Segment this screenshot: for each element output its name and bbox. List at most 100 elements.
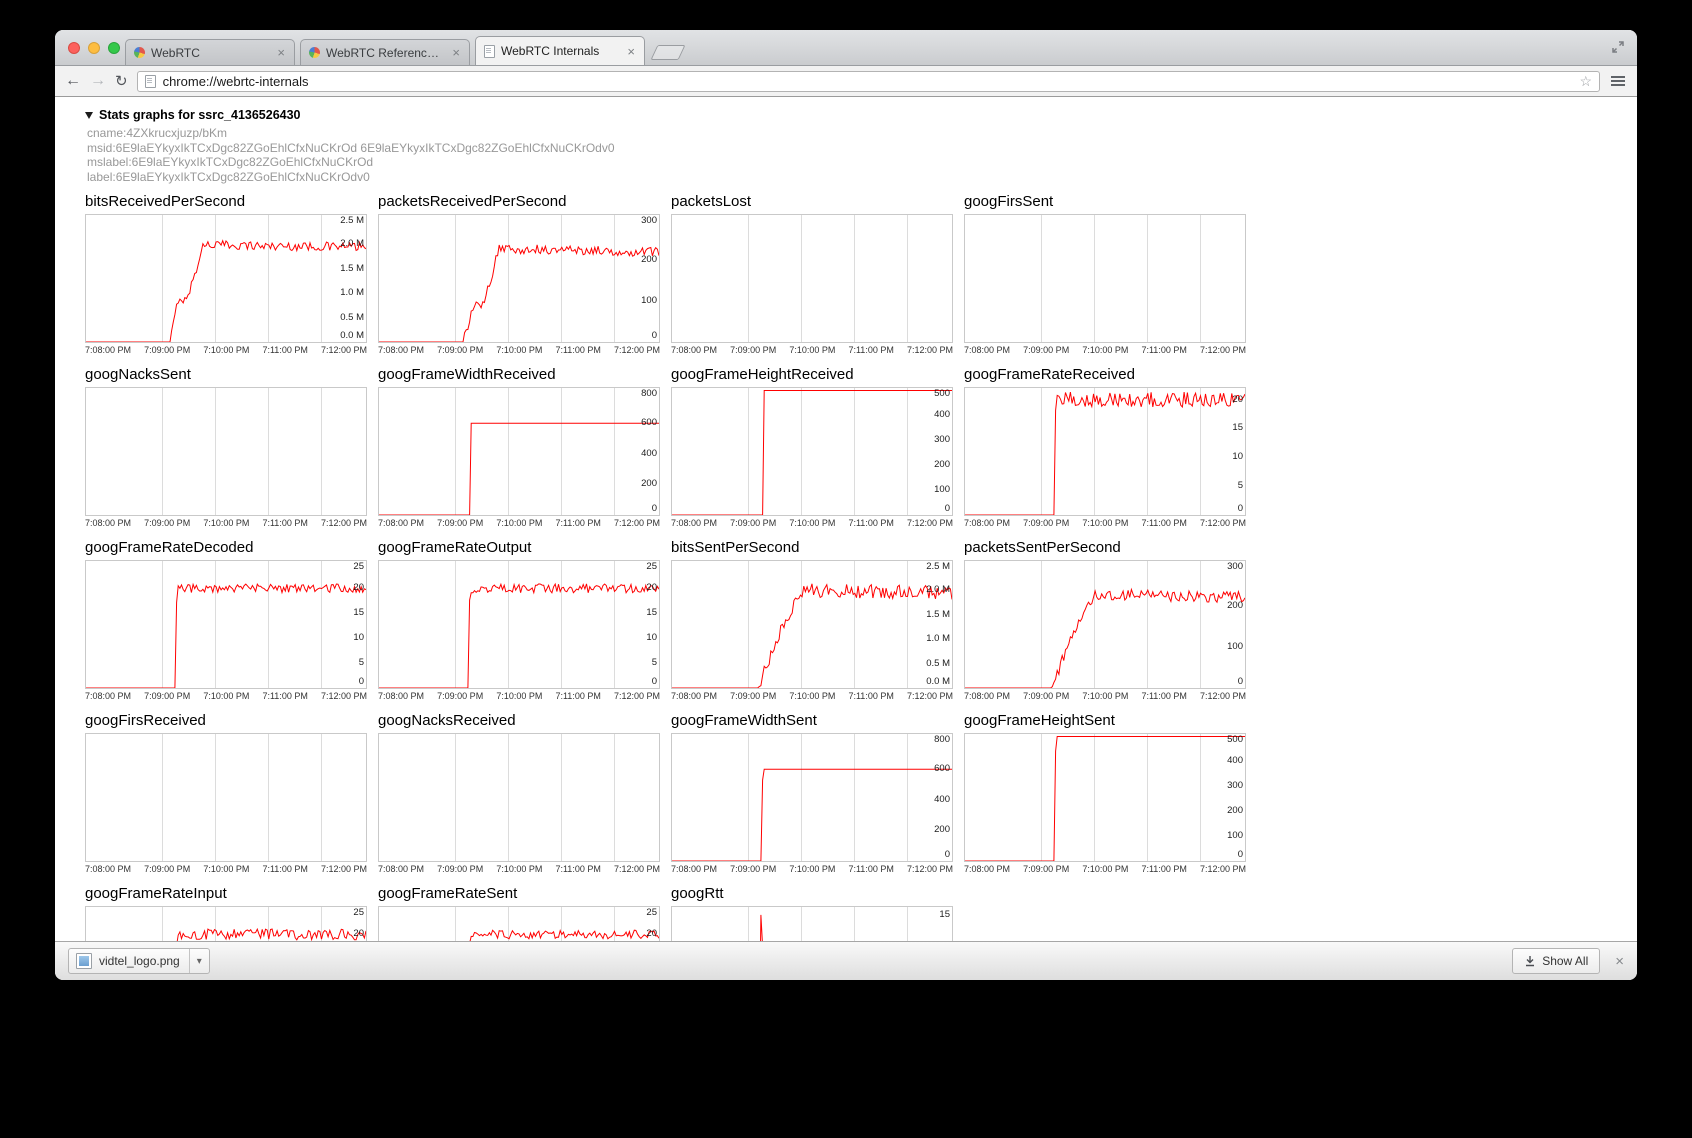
y-axis-label: 1.0 M <box>340 288 364 298</box>
chart-cell: googFrameHeightReceived50040030020010007… <box>671 366 964 528</box>
chart-title: packetsSentPerSecond <box>964 539 1257 557</box>
chart-line <box>672 907 952 941</box>
chart-cell: packetsLost 7:08:00 PM7:09:00 PM7:10:00 P… <box>671 193 964 355</box>
chart-title: googFrameHeightReceived <box>671 366 964 384</box>
x-axis-label: 7:12:00 PM <box>321 345 367 355</box>
x-axis-labels: 7:08:00 PM7:09:00 PM7:10:00 PM7:11:00 PM… <box>671 691 953 701</box>
tab-webrtc-reference-app[interactable]: WebRTC Reference App × <box>300 39 470 65</box>
download-shelf: vidtel_logo.png ▾ Show All × <box>55 941 1637 980</box>
chrome-menu-icon[interactable] <box>1609 74 1627 88</box>
x-axis-label: 7:10:00 PM <box>203 518 249 528</box>
url-bar[interactable]: chrome://webrtc-internals ☆ <box>137 71 1600 92</box>
x-axis-label: 7:11:00 PM <box>262 691 307 701</box>
page-content: Stats graphs for ssrc_4136526430 cname:4… <box>55 97 1637 941</box>
chart-gridline <box>508 734 509 861</box>
new-tab-button[interactable] <box>651 45 686 60</box>
x-axis-label: 7:11:00 PM <box>555 345 600 355</box>
x-axis-label: 7:08:00 PM <box>671 691 717 701</box>
x-axis-label: 7:12:00 PM <box>614 345 660 355</box>
chart-line <box>379 388 659 515</box>
x-axis-label: 7:12:00 PM <box>614 691 660 701</box>
download-menu-caret-icon[interactable]: ▾ <box>189 949 209 973</box>
y-axis-label: 10 <box>1232 452 1243 462</box>
x-axis-label: 7:11:00 PM <box>1141 691 1186 701</box>
chart-title: bitsReceivedPerSecond <box>85 193 378 211</box>
tab-close-icon[interactable]: × <box>276 46 286 59</box>
chart-line <box>86 215 366 342</box>
chart-title: packetsLost <box>671 193 964 211</box>
zoom-window-button[interactable] <box>108 42 120 54</box>
bookmark-star-icon[interactable]: ☆ <box>1579 74 1592 88</box>
tab-webrtc-internals[interactable]: WebRTC Internals × <box>475 36 645 65</box>
y-axis-label: 5 <box>359 658 364 668</box>
x-axis-labels: 7:08:00 PM7:09:00 PM7:10:00 PM7:11:00 PM… <box>671 345 953 355</box>
back-button[interactable]: ← <box>65 73 81 89</box>
download-arrow-icon <box>1524 955 1536 967</box>
x-axis-label: 7:09:00 PM <box>144 864 190 874</box>
chart-line <box>379 561 659 688</box>
y-axis-label: 300 <box>641 216 657 226</box>
x-axis-label: 7:12:00 PM <box>321 518 367 528</box>
chart-title: googNacksSent <box>85 366 378 384</box>
chart-cell: googFrameWidthSent80060040020007:08:00 P… <box>671 712 964 874</box>
y-axis-label: 300 <box>1227 781 1243 791</box>
y-axis-label: 600 <box>641 418 657 428</box>
y-axis-label: 5 <box>652 658 657 668</box>
x-axis-label: 7:09:00 PM <box>144 691 190 701</box>
x-axis-label: 7:08:00 PM <box>85 864 131 874</box>
chart-gridline <box>1041 215 1042 342</box>
x-axis-label: 7:11:00 PM <box>848 864 893 874</box>
minimize-window-button[interactable] <box>88 42 100 54</box>
x-axis-label: 7:09:00 PM <box>437 518 483 528</box>
chart-gridline <box>801 215 802 342</box>
show-all-downloads-button[interactable]: Show All <box>1512 948 1600 974</box>
x-axis-labels: 7:08:00 PM7:09:00 PM7:10:00 PM7:11:00 PM… <box>85 518 367 528</box>
x-axis-labels: 7:08:00 PM7:09:00 PM7:10:00 PM7:11:00 PM… <box>964 345 1246 355</box>
chart-line <box>672 388 952 515</box>
x-axis-label: 7:09:00 PM <box>730 345 776 355</box>
chart-cell: googFrameWidthReceived80060040020007:08:… <box>378 366 671 528</box>
x-axis-labels: 7:08:00 PM7:09:00 PM7:10:00 PM7:11:00 PM… <box>378 864 660 874</box>
fullscreen-icon[interactable] <box>1611 40 1625 59</box>
x-axis-label: 7:09:00 PM <box>144 345 190 355</box>
chart-cell: packetsReceivedPerSecond30020010007:08:0… <box>378 193 671 355</box>
chart-title: googFrameRateOutput <box>378 539 671 557</box>
y-axis-label: 0 <box>652 677 657 687</box>
y-axis-label: 0 <box>359 677 364 687</box>
x-axis-label: 7:12:00 PM <box>1200 345 1246 355</box>
nav-toolbar: ← → ↻ chrome://webrtc-internals ☆ <box>55 66 1637 97</box>
chart-line <box>379 907 659 941</box>
stats-header-label: Stats graphs for ssrc_4136526430 <box>99 107 301 123</box>
x-axis-label: 7:09:00 PM <box>1023 691 1069 701</box>
chart-plot <box>671 214 953 343</box>
tab-webrtc[interactable]: WebRTC × <box>125 39 295 65</box>
x-axis-label: 7:12:00 PM <box>1200 518 1246 528</box>
stats-header[interactable]: Stats graphs for ssrc_4136526430 <box>85 107 1637 123</box>
y-axis-label: 20 <box>353 929 364 939</box>
cname-line: cname:4ZXkrucxjuzp/bKm <box>87 126 1637 141</box>
show-all-label: Show All <box>1542 954 1588 968</box>
url-text[interactable]: chrome://webrtc-internals <box>163 74 1573 89</box>
chart-cell: googNacksSent 7:08:00 PM7:09:00 PM7:10:00… <box>85 366 378 528</box>
reload-button[interactable]: ↻ <box>115 74 128 89</box>
tab-close-icon[interactable]: × <box>451 46 461 59</box>
close-window-button[interactable] <box>68 42 80 54</box>
chart-line <box>86 907 366 941</box>
y-axis-label: 1.5 M <box>926 610 950 620</box>
x-axis-label: 7:10:00 PM <box>789 518 835 528</box>
y-axis-label: 0 <box>652 331 657 341</box>
chart-line <box>965 561 1245 688</box>
tab-close-icon[interactable]: × <box>626 45 636 58</box>
chart-plot: 2520151050 <box>378 560 660 689</box>
chart-title: googNacksReceived <box>378 712 671 730</box>
collapse-triangle-icon[interactable] <box>85 112 93 119</box>
x-axis-label: 7:09:00 PM <box>437 864 483 874</box>
y-axis-label: 500 <box>934 389 950 399</box>
shelf-close-icon[interactable]: × <box>1615 954 1624 969</box>
download-item[interactable]: vidtel_logo.png ▾ <box>68 948 210 974</box>
chart-gridline <box>561 734 562 861</box>
chart-line <box>672 561 952 688</box>
forward-button[interactable]: → <box>90 73 106 89</box>
x-axis-label: 7:10:00 PM <box>203 864 249 874</box>
y-axis-label: 200 <box>934 460 950 470</box>
